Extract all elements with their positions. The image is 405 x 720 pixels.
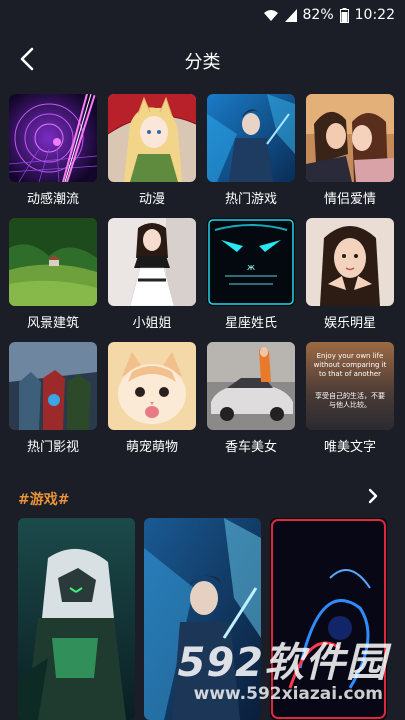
category-label: 热门游戏 bbox=[224, 192, 277, 207]
chevron-right-icon bbox=[368, 488, 378, 504]
category-celebrities[interactable]: 娱乐明星 bbox=[306, 218, 394, 331]
wallpaper-card[interactable] bbox=[270, 518, 387, 720]
category-couple-love[interactable]: 情侣爱情 bbox=[306, 94, 394, 207]
category-label: 风景建筑 bbox=[26, 316, 79, 331]
category-movies-tv[interactable]: 热门影视 bbox=[9, 342, 97, 455]
battery-icon bbox=[339, 7, 349, 23]
svg-text:ж: ж bbox=[247, 263, 255, 273]
page-title: 分类 bbox=[184, 52, 221, 73]
category-zodiac-surname[interactable]: ж 星座姓氏 bbox=[207, 218, 295, 331]
category-label: 动感潮流 bbox=[26, 192, 79, 207]
clock: 10:22 bbox=[354, 7, 395, 23]
category-thumbnail: ж bbox=[207, 218, 295, 306]
category-cars-models[interactable]: 香车美女 bbox=[207, 342, 295, 455]
category-thumbnail bbox=[207, 342, 295, 430]
category-thumbnail bbox=[306, 94, 394, 182]
category-label: 热门影视 bbox=[26, 440, 79, 455]
header: 分类 bbox=[0, 36, 405, 82]
category-dynamic-trend[interactable]: 动感潮流 bbox=[9, 94, 97, 207]
category-young-ladies[interactable]: 小姐姐 bbox=[108, 218, 196, 331]
signal-icon bbox=[284, 8, 297, 22]
category-label: 萌宠萌物 bbox=[125, 440, 178, 455]
status-bar: 82% 10:22 bbox=[0, 0, 405, 30]
category-thumbnail bbox=[306, 218, 394, 306]
wallpaper-card[interactable] bbox=[18, 518, 135, 720]
category-hot-games[interactable]: 热门游戏 bbox=[207, 94, 295, 207]
category-thumbnail bbox=[108, 94, 196, 182]
wallpaper-card[interactable] bbox=[144, 518, 261, 720]
game-wallpaper-list bbox=[18, 518, 387, 720]
section-title-games[interactable]: #游戏# bbox=[18, 489, 69, 509]
wifi-icon bbox=[263, 9, 279, 22]
category-label: 星座姓氏 bbox=[224, 316, 277, 331]
battery-percent: 82% bbox=[302, 7, 334, 23]
category-thumbnail bbox=[9, 94, 97, 182]
category-thumbnail bbox=[9, 342, 97, 430]
category-label: 唯美文字 bbox=[323, 440, 376, 455]
category-aesthetic-quotes[interactable]: Enjoy your own life without comparing it… bbox=[306, 342, 394, 455]
category-grid: 动感潮流 动漫 热门游戏 情侣爱情 风景建筑 小姐姐 ж 星座姓氏 娱乐明星 热… bbox=[9, 94, 399, 455]
category-label: 小姐姐 bbox=[132, 316, 172, 331]
quote-text-chinese: 享受自己的生活，不要与他人比较。 bbox=[315, 392, 385, 410]
category-cute-pets[interactable]: 萌宠萌物 bbox=[108, 342, 196, 455]
category-label: 娱乐明星 bbox=[323, 316, 376, 331]
category-anime[interactable]: 动漫 bbox=[108, 94, 196, 207]
category-thumbnail bbox=[108, 218, 196, 306]
category-label: 情侣爱情 bbox=[323, 192, 376, 207]
category-label: 香车美女 bbox=[224, 440, 277, 455]
category-thumbnail bbox=[9, 218, 97, 306]
category-label: 动漫 bbox=[138, 192, 165, 207]
section-more-button[interactable] bbox=[363, 486, 383, 506]
category-scenery[interactable]: 风景建筑 bbox=[9, 218, 97, 331]
quote-text-english: Enjoy your own life without comparing it… bbox=[313, 352, 387, 379]
category-thumbnail bbox=[207, 94, 295, 182]
category-thumbnail bbox=[108, 342, 196, 430]
category-thumbnail: Enjoy your own life without comparing it… bbox=[306, 342, 394, 430]
